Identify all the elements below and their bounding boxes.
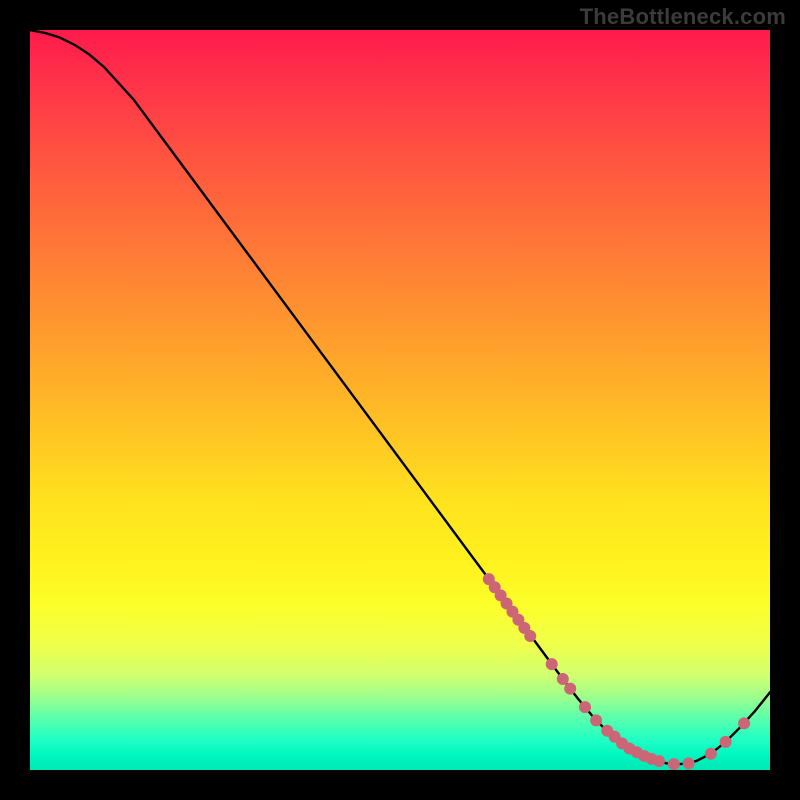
chart-stage: TheBottleneck.com <box>0 0 800 800</box>
marker-dot <box>590 714 602 726</box>
marker-dot <box>564 683 576 695</box>
marker-dot <box>524 630 536 642</box>
plot-area <box>30 30 770 770</box>
marker-dot <box>738 717 750 729</box>
marker-dot <box>579 701 591 713</box>
marker-dot <box>557 673 569 685</box>
marker-dot <box>653 755 665 767</box>
marker-dot <box>546 658 558 670</box>
marker-dot <box>720 736 732 748</box>
curve-path <box>30 30 770 764</box>
watermark-text: TheBottleneck.com <box>580 4 786 30</box>
marker-dot <box>668 758 680 770</box>
marker-dot <box>705 748 717 760</box>
marker-dot <box>683 757 695 769</box>
marker-dots <box>483 573 750 770</box>
chart-svg <box>30 30 770 770</box>
